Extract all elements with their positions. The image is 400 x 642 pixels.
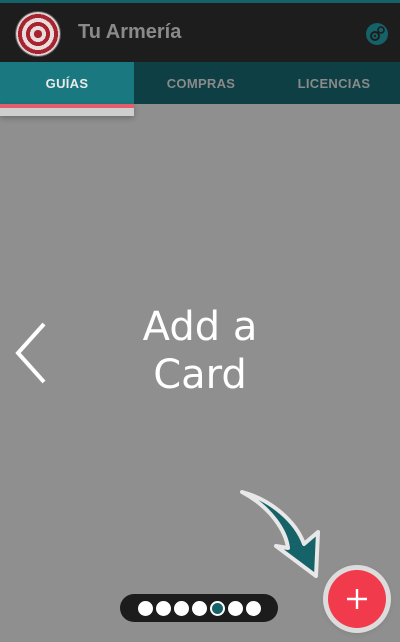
add-card-button[interactable] — [328, 570, 386, 628]
add-card-text: Add a Card — [142, 304, 258, 398]
chevron-left-icon[interactable] — [12, 320, 52, 386]
page-dot[interactable] — [227, 600, 243, 616]
page-dot[interactable] — [137, 600, 153, 616]
app-title: Tu Armería — [78, 21, 182, 43]
page-dot[interactable] — [191, 600, 207, 616]
tab-guias[interactable]: GUÍAS — [0, 62, 134, 104]
tab-label: COMPRAS — [166, 75, 236, 91]
plus-icon — [347, 589, 367, 609]
tab-bar: GUÍAS COMPRAS LICENCIAS — [0, 62, 400, 104]
tab-compras[interactable]: COMPRAS — [134, 62, 268, 104]
active-tab-indicator — [0, 104, 134, 116]
curved-arrow-icon — [232, 488, 332, 580]
settings-icon[interactable] — [366, 23, 388, 45]
target-icon — [16, 12, 60, 56]
page-dot[interactable] — [173, 600, 189, 616]
page-dot[interactable] — [245, 600, 261, 616]
page-dot[interactable] — [155, 600, 171, 616]
tab-label: LICENCIAS — [297, 75, 371, 91]
page-dot-active[interactable] — [209, 600, 225, 616]
tab-label: GUÍAS — [45, 75, 89, 91]
page-indicator — [120, 594, 278, 622]
tab-licencias[interactable]: LICENCIAS — [268, 62, 400, 104]
app-bar: Tu Armería — [0, 0, 400, 62]
